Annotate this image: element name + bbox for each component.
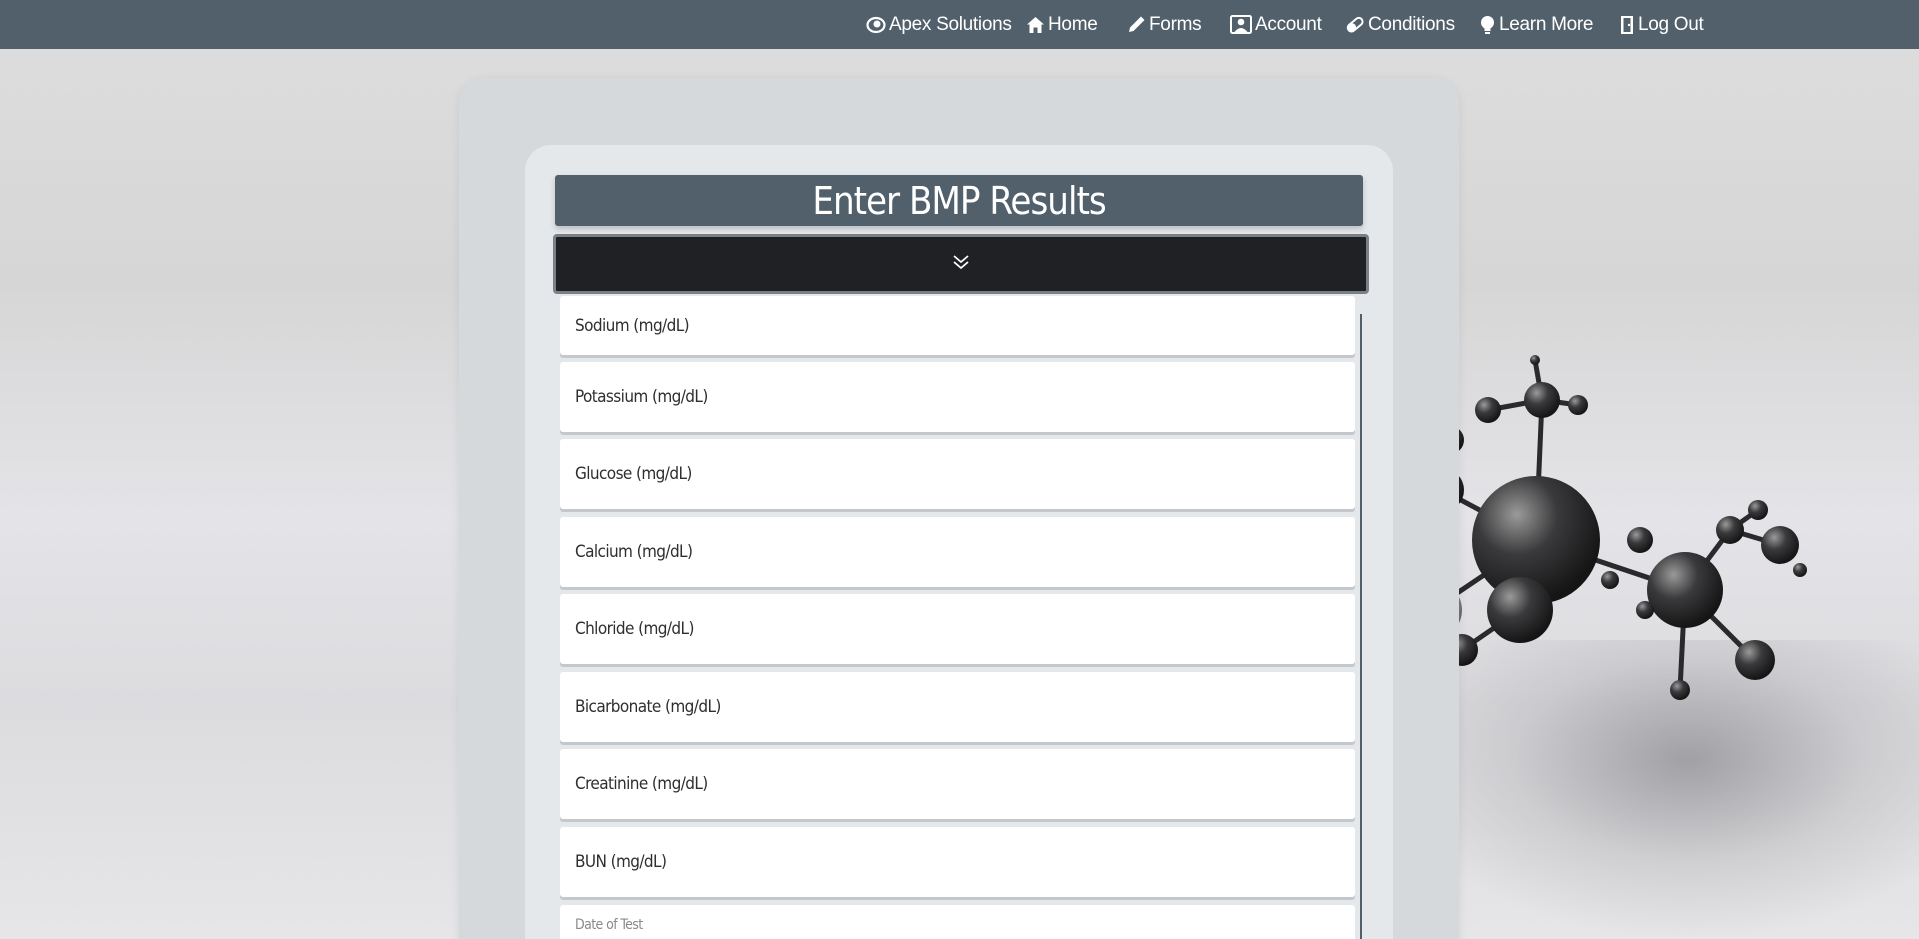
nav-learn-more-label: Learn More bbox=[1499, 13, 1594, 35]
nav-forms-link[interactable]: Forms bbox=[1127, 0, 1202, 49]
nav-account-link[interactable]: Account bbox=[1230, 0, 1322, 49]
potassium-field-placeholder: Potassium (mg/dL) bbox=[575, 387, 708, 407]
creatinine-field-placeholder: Creatinine (mg/dL) bbox=[575, 774, 708, 794]
form-title: Enter BMP Results bbox=[812, 178, 1106, 223]
nav-account-label: Account bbox=[1255, 13, 1322, 35]
calcium-field[interactable]: Calcium (mg/dL) bbox=[560, 517, 1355, 587]
nav-conditions-link[interactable]: Conditions bbox=[1345, 0, 1455, 49]
eye-icon bbox=[866, 16, 889, 34]
potassium-field[interactable]: Potassium (mg/dL) bbox=[560, 362, 1355, 432]
creatinine-field[interactable]: Creatinine (mg/dL) bbox=[560, 749, 1355, 819]
collapse-toggle-button[interactable] bbox=[553, 234, 1369, 294]
fields-scroll-area: Sodium (mg/dL) Potassium (mg/dL) Glucose… bbox=[559, 296, 1362, 939]
glucose-field-placeholder: Glucose (mg/dL) bbox=[575, 464, 692, 484]
nav-brand-link[interactable]: Apex Solutions bbox=[866, 0, 1012, 49]
nav-log-out-link[interactable]: Log Out bbox=[1619, 0, 1704, 49]
bun-field[interactable]: BUN (mg/dL) bbox=[560, 827, 1355, 897]
bun-field-placeholder: BUN (mg/dL) bbox=[575, 852, 667, 872]
lightbulb-icon bbox=[1479, 15, 1499, 35]
home-icon bbox=[1026, 16, 1048, 34]
calcium-field-placeholder: Calcium (mg/dL) bbox=[575, 542, 693, 562]
chloride-field[interactable]: Chloride (mg/dL) bbox=[560, 594, 1355, 664]
sodium-field[interactable]: Sodium (mg/dL) bbox=[560, 296, 1355, 355]
nav-learn-more-link[interactable]: Learn More bbox=[1479, 0, 1593, 49]
nav-home-label: Home bbox=[1048, 13, 1098, 35]
pencil-icon bbox=[1127, 15, 1149, 34]
double-chevron-down-icon bbox=[951, 253, 971, 276]
form-title-bar: Enter BMP Results bbox=[555, 175, 1363, 226]
sodium-field-placeholder: Sodium (mg/dL) bbox=[575, 315, 690, 336]
nav-conditions-label: Conditions bbox=[1368, 13, 1455, 35]
bicarbonate-field-placeholder: Bicarbonate (mg/dL) bbox=[575, 697, 721, 717]
nav-home-link[interactable]: Home bbox=[1026, 0, 1098, 49]
date-of-test-field[interactable]: Date of Test bbox=[560, 905, 1355, 939]
user-icon bbox=[1230, 15, 1255, 34]
door-icon bbox=[1619, 15, 1638, 35]
bicarbonate-field[interactable]: Bicarbonate (mg/dL) bbox=[560, 672, 1355, 742]
nav-log-out-label: Log Out bbox=[1638, 13, 1704, 35]
pill-icon bbox=[1345, 15, 1368, 34]
nav-brand-label: Apex Solutions bbox=[889, 13, 1012, 35]
nav-forms-label: Forms bbox=[1149, 13, 1202, 35]
date-of-test-field-placeholder: Date of Test bbox=[575, 917, 643, 933]
glucose-field[interactable]: Glucose (mg/dL) bbox=[560, 439, 1355, 509]
chloride-field-placeholder: Chloride (mg/dL) bbox=[575, 619, 694, 639]
